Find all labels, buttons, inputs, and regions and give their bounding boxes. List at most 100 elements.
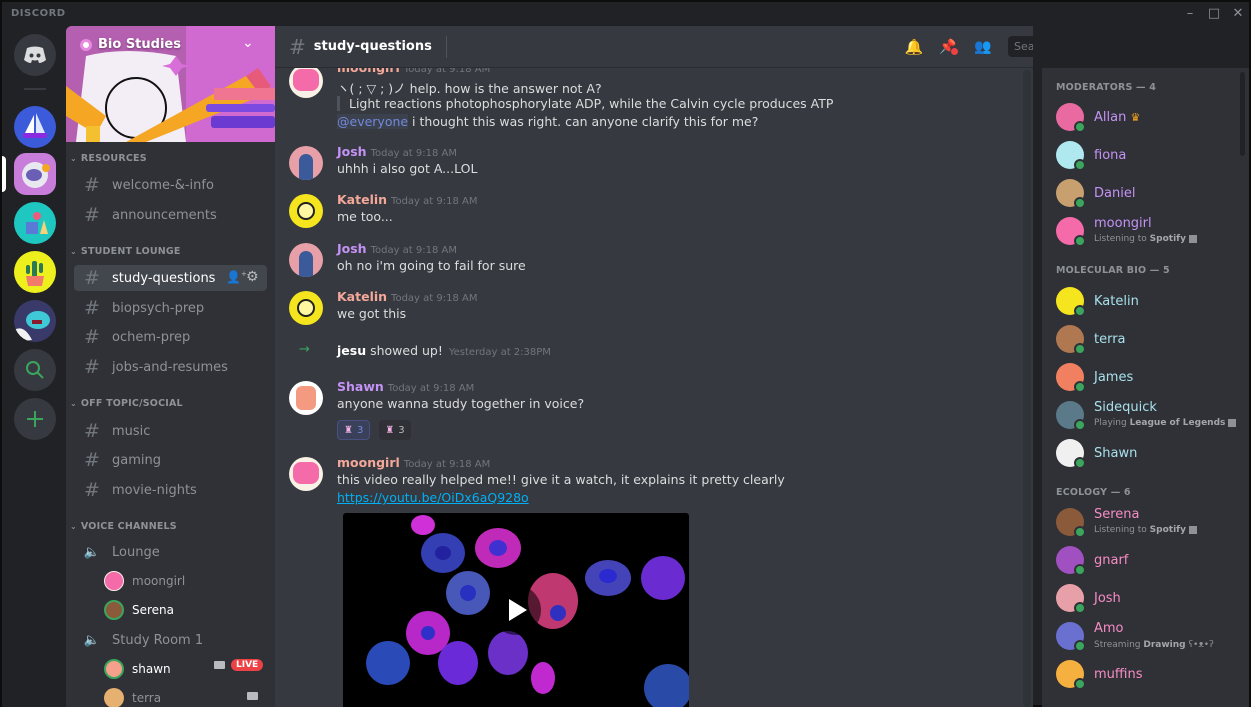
author-name[interactable]: Josh [337, 144, 367, 159]
gear-icon[interactable]: ⚙ [246, 269, 259, 285]
message-text: me too... [337, 209, 393, 224]
channel-music[interactable]: # music [74, 418, 267, 444]
author-name[interactable]: Katelin [337, 192, 387, 207]
add-server-button[interactable] [14, 398, 56, 440]
online-status-icon [1074, 678, 1086, 690]
member-daniel[interactable]: Daniel [1056, 176, 1236, 212]
voice-channel-study-room-1[interactable]: 🔈 Study Room 1 [74, 627, 267, 653]
reaction-button[interactable]: ♜ 3 [379, 420, 411, 440]
online-status-icon [1074, 305, 1086, 317]
server-name-label: Bio Studies [98, 37, 181, 52]
member-gnarf[interactable]: gnarf [1056, 543, 1236, 579]
member-group-header: MODERATORS — 4 [1056, 82, 1157, 93]
voice-user-shawn[interactable]: shawn LIVE [104, 659, 264, 679]
author-name[interactable]: Katelin [337, 289, 387, 304]
avatar-josh[interactable] [289, 243, 323, 277]
hash-icon: # [84, 326, 100, 348]
voice-user-terra[interactable]: terra [104, 688, 264, 707]
category-resources[interactable]: ⌄ RESOURCES [70, 153, 147, 164]
chat-scrollbar[interactable] [1023, 70, 1031, 707]
category-off-topic[interactable]: ⌄ OFF TOPIC/SOCIAL [70, 398, 183, 409]
avatar-moongirl[interactable] [289, 457, 323, 491]
members-icon[interactable]: 👥 [972, 36, 994, 58]
member-moongirl[interactable]: moongirl Listening to Spotify [1056, 214, 1236, 250]
server-banner[interactable]: Bio Studies ⌄ [66, 26, 275, 142]
member-fiona[interactable]: fiona [1056, 138, 1236, 174]
online-status-icon [1074, 564, 1086, 576]
maximize-button[interactable]: □ [1204, 5, 1224, 23]
online-status-icon [1074, 602, 1086, 614]
youtube-link[interactable]: https://youtu.be/OiDx6aQ928o [337, 490, 529, 505]
member-josh[interactable]: Josh [1056, 581, 1236, 617]
avatar-katelin[interactable] [289, 194, 323, 228]
reaction-button[interactable]: ♜ 3 [337, 420, 371, 440]
guild-bio-studies[interactable] [14, 153, 56, 195]
explore-servers-button[interactable] [14, 349, 56, 391]
guild-art[interactable] [14, 202, 56, 244]
astronaut-icon [22, 162, 50, 188]
hash-icon: # [84, 479, 100, 501]
category-student-lounge[interactable]: ⌄ STUDENT LOUNGE [70, 246, 181, 257]
member-terra[interactable]: terra [1056, 322, 1236, 358]
channel-welcome-info[interactable]: # welcome-&-info [74, 172, 267, 198]
category-label: RESOURCES [80, 153, 147, 164]
member-name: Katelin [1094, 294, 1139, 309]
channel-jobs-and-resumes[interactable]: # jobs-and-resumes [74, 354, 267, 380]
member-name: Josh [1094, 591, 1121, 606]
avatar [104, 600, 124, 620]
avatar-katelin[interactable] [289, 291, 323, 325]
member-james[interactable]: James [1056, 360, 1236, 396]
voice-user-moongirl[interactable]: moongirl [104, 571, 185, 591]
avatar [104, 659, 124, 679]
channel-announcements[interactable]: # announcements [74, 202, 267, 228]
pin-icon[interactable]: 📌 [937, 36, 959, 58]
channel-study-questions[interactable]: # study-questions 👤+ ⚙ [74, 265, 267, 291]
category-voice-channels[interactable]: ⌄ VOICE CHANNELS [70, 521, 177, 532]
chevron-down-icon: ⌄ [70, 154, 77, 163]
bell-icon[interactable]: 🔔 [903, 36, 925, 58]
message-quote: Light reactions photophosphorylate ADP, … [337, 96, 833, 111]
search-icon [26, 361, 44, 379]
member-sidequick[interactable]: Sidequick Playing League of Legends [1056, 398, 1237, 434]
author-name[interactable]: moongirl [337, 455, 400, 470]
avatar-moongirl[interactable] [289, 64, 323, 98]
joined-user-name[interactable]: jesu [337, 343, 366, 358]
member-katelin[interactable]: Katelin [1056, 284, 1236, 320]
voice-user-name: Serena [132, 603, 175, 617]
timestamp: Today at 9:18 AM [370, 148, 458, 159]
member-muffins[interactable]: muffins [1056, 657, 1236, 693]
channel-biopsych-prep[interactable]: # biopsych-prep [74, 295, 267, 321]
close-button[interactable]: ✕ [1228, 5, 1248, 23]
minimize-button[interactable]: – [1180, 5, 1200, 23]
avatar-shawn[interactable] [289, 381, 323, 415]
online-status-icon [1074, 381, 1086, 393]
author-name[interactable]: Josh [337, 241, 367, 256]
guild-monster[interactable] [14, 300, 56, 342]
member-shawn[interactable]: Shawn [1056, 436, 1236, 472]
channel-ochem-prep[interactable]: # ochem-prep [74, 324, 267, 350]
voice-user-serena[interactable]: Serena [104, 600, 174, 620]
avatar-josh[interactable] [289, 146, 323, 180]
member-allan[interactable]: Allan ♛ [1056, 100, 1236, 136]
channel-movie-nights[interactable]: # movie-nights [74, 477, 267, 503]
member-serena[interactable]: Serena Listening to Spotify [1056, 505, 1236, 541]
author-name[interactable]: Shawn [337, 379, 384, 394]
voice-channel-lounge[interactable]: 🔈 Lounge [74, 539, 267, 565]
invite-member-icon[interactable]: 👤+ [226, 270, 247, 284]
server-menu-chevron-icon[interactable]: ⌄ [242, 35, 254, 51]
member-list-scrollbar[interactable] [1240, 72, 1245, 156]
member-amo[interactable]: Amo Streaming Drawing ʕ•ᴥ•ʔ [1056, 619, 1236, 655]
server-name[interactable]: Bio Studies [80, 37, 181, 52]
guild-plants[interactable] [14, 251, 56, 293]
rich-presence-icon [1188, 234, 1197, 243]
online-status-icon [1074, 526, 1086, 538]
home-button[interactable] [14, 34, 56, 76]
everyone-mention[interactable]: @everyone [337, 114, 409, 129]
message-text: anyone wanna study together in voice? [337, 396, 585, 411]
guild-sailboat[interactable] [14, 106, 56, 148]
video-embed[interactable] [343, 513, 689, 707]
search-input[interactable]: Search [1008, 36, 1033, 57]
channel-gaming[interactable]: # gaming [74, 447, 267, 473]
channel-sidebar: Bio Studies ⌄ ⌄ RESOURCES # welcome-&-info… [66, 26, 275, 707]
crown-icon: ♛ [1130, 111, 1141, 124]
